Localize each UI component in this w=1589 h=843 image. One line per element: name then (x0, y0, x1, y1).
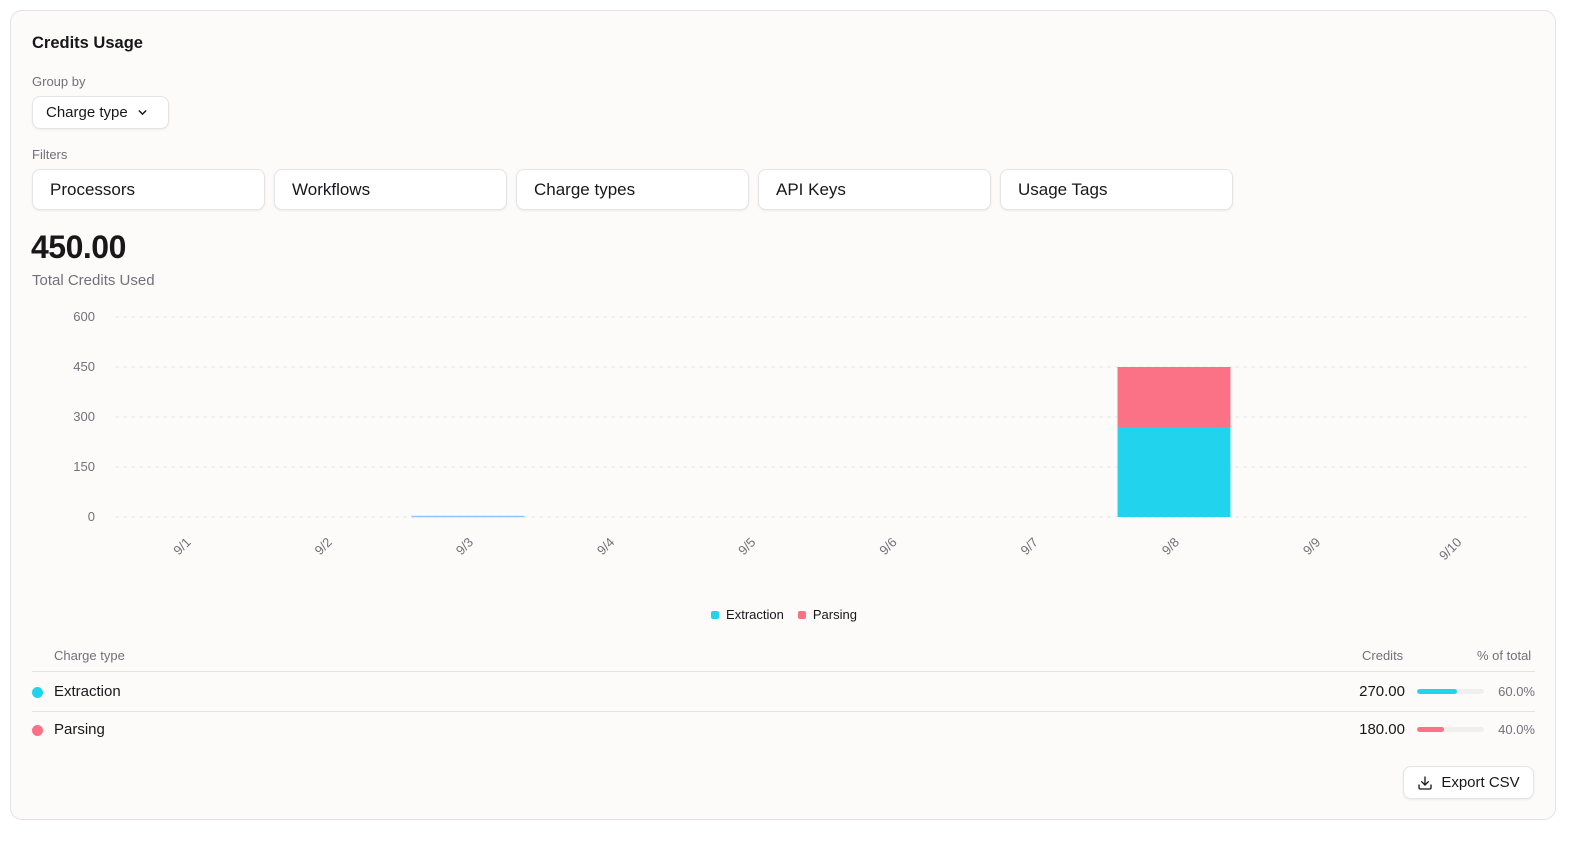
group-by-label: Group by (32, 74, 86, 89)
row-percent-bar (1417, 727, 1484, 732)
group-by-select[interactable]: Charge type (32, 96, 169, 129)
table-divider (32, 671, 1535, 672)
credits-usage-card: Credits Usage Group by Charge type Filte… (10, 10, 1556, 820)
total-credits-value: 450.00 (31, 229, 126, 265)
legend-label-extraction: Extraction (726, 607, 784, 622)
filter-workflows-label: Workflows (292, 179, 371, 199)
y-tick-label: 450 (73, 359, 95, 374)
x-tick-label: 9/1 (170, 535, 193, 558)
total-credits-label: Total Credits Used (32, 272, 155, 289)
filter-api-keys-label: API Keys (776, 179, 846, 199)
row-percent-bar-fill (1417, 689, 1458, 694)
x-tick-label: 9/8 (1159, 535, 1182, 558)
filter-api-keys[interactable]: API Keys (758, 169, 991, 210)
row-percent: 60.0% (1498, 684, 1535, 699)
y-tick-label: 150 (73, 459, 95, 474)
download-icon (1418, 775, 1432, 790)
row-credits: 180.00 (1359, 721, 1405, 738)
x-tick-label: 9/6 (876, 535, 899, 558)
export-csv-label: Export CSV (1441, 774, 1520, 791)
legend-swatch-parsing (797, 610, 806, 619)
table-row: Extraction 270.00 60.0% (32, 673, 1535, 711)
legend-swatch-extraction (711, 610, 720, 619)
row-percent-bar-fill (1417, 727, 1444, 732)
row-percent-bar (1417, 689, 1484, 694)
y-tick-label: 600 (73, 309, 95, 324)
group-by-value: Charge type (46, 104, 128, 121)
y-tick-label: 300 (73, 409, 95, 424)
bar-extraction (1117, 427, 1231, 517)
x-tick-label: 9/10 (1436, 535, 1465, 564)
filter-charge-types[interactable]: Charge types (516, 169, 749, 210)
column-header-credits: Credits (1362, 648, 1404, 663)
legend-item-extraction[interactable]: Extraction (711, 607, 784, 622)
chart-legend: Extraction Parsing (11, 607, 1557, 622)
x-tick-label: 9/9 (1300, 535, 1323, 558)
row-color-dot (32, 687, 43, 698)
row-color-dot (32, 725, 43, 736)
legend-label-parsing: Parsing (812, 607, 857, 622)
x-tick-label: 9/2 (312, 535, 335, 558)
row-percent: 40.0% (1498, 722, 1535, 737)
column-header-percent: % of total (1477, 648, 1532, 663)
column-header-charge-type: Charge type (54, 648, 125, 663)
legend-item-parsing[interactable]: Parsing (797, 607, 857, 622)
export-csv-button[interactable]: Export CSV (1403, 766, 1534, 799)
x-tick-label: 9/5 (735, 535, 758, 558)
filters-label: Filters (32, 147, 68, 162)
filter-usage-tags-label: Usage Tags (1018, 179, 1108, 199)
card-title: Credits Usage (32, 34, 143, 52)
filter-processors-label: Processors (50, 179, 136, 199)
row-charge-type: Extraction (54, 683, 121, 700)
filter-workflows[interactable]: Workflows (274, 169, 507, 210)
table-row: Parsing 180.00 40.0% (32, 711, 1535, 749)
x-tick-label: 9/3 (453, 535, 476, 558)
chevron-down-icon (138, 110, 147, 115)
filter-charge-types-label: Charge types (534, 179, 636, 199)
filter-usage-tags[interactable]: Usage Tags (1000, 169, 1233, 210)
x-tick-label: 9/7 (1018, 535, 1041, 558)
row-charge-type: Parsing (54, 721, 105, 738)
bar-parsing (1117, 367, 1231, 427)
y-tick-label: 0 (88, 509, 95, 524)
filter-processors[interactable]: Processors (32, 169, 265, 210)
row-credits: 270.00 (1359, 683, 1405, 700)
x-tick-label: 9/4 (594, 535, 617, 558)
credits-bar-chart: 0 150 300 450 600 9/1 9/2 9/3 9/4 9/5 9/6 9/7 9/8 9/9… (73, 309, 1527, 564)
